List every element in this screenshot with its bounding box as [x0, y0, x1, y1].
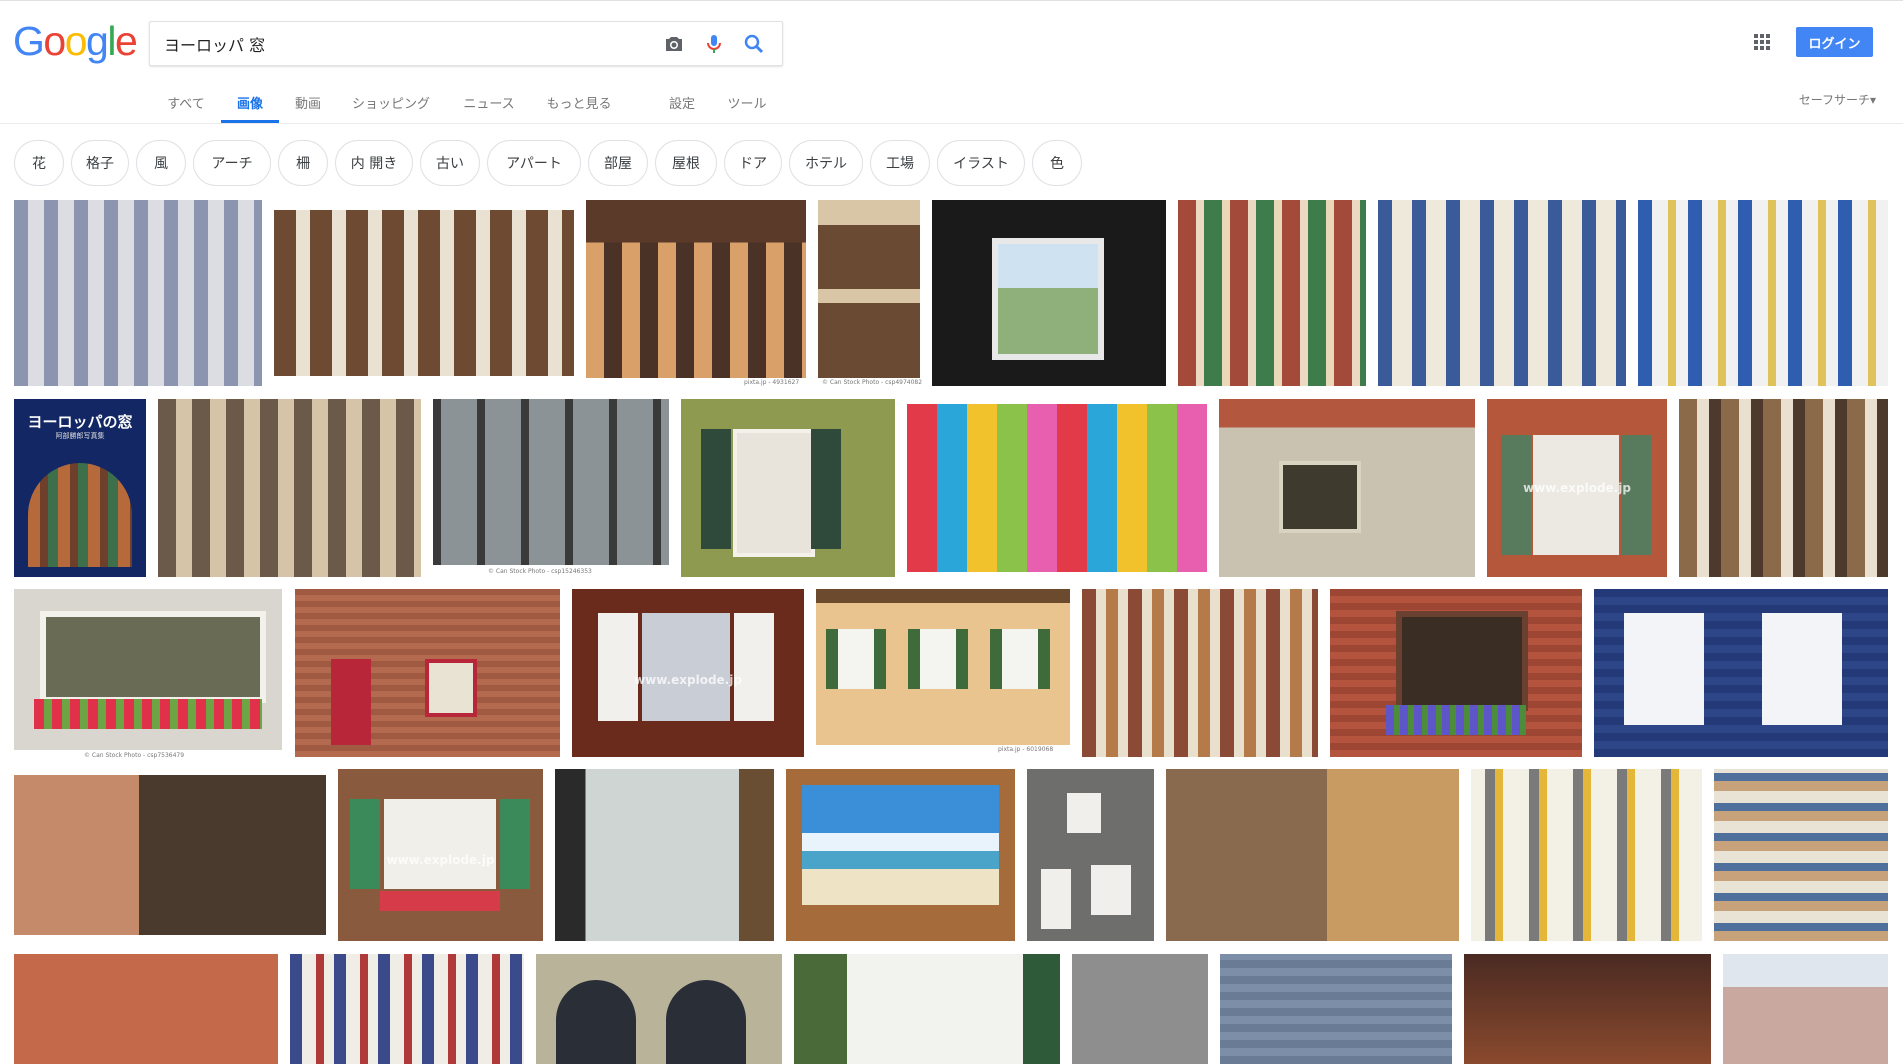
image-result[interactable] [818, 200, 920, 378]
chip[interactable]: ドア [724, 140, 782, 186]
image-caption: pixta.jp - 6019068 [998, 746, 1054, 753]
image-result[interactable]: www.explode.jp [1487, 399, 1667, 577]
image-result[interactable] [1378, 200, 1626, 386]
chip[interactable]: アーチ [193, 140, 271, 186]
tab-all[interactable]: すべて [162, 80, 210, 124]
image-result[interactable] [786, 769, 1015, 941]
chip[interactable]: イラスト [937, 140, 1025, 186]
chip[interactable]: 柵 [278, 140, 328, 186]
logo-letter: g [86, 18, 109, 64]
image-result[interactable] [1219, 399, 1475, 577]
image-result[interactable]: ヨーロッパの窓 阿部勝郎写真集 [14, 399, 146, 577]
book-title: ヨーロッパの窓 [27, 413, 133, 431]
chip[interactable]: アパート [487, 140, 581, 186]
logo-letter: o [64, 18, 88, 64]
image-result[interactable] [816, 589, 1070, 745]
image-result[interactable] [1594, 589, 1888, 757]
tab-more[interactable]: もっと見る [543, 80, 615, 124]
image-result[interactable] [1464, 954, 1711, 1064]
image-result[interactable] [794, 954, 1060, 1064]
top-border [0, 0, 1903, 1]
chip[interactable]: 工場 [870, 140, 930, 186]
search-tabs: すべて 画像 動画 ショッピング ニュース もっと見る 設定 ツール [0, 80, 1903, 124]
watermark: www.explode.jp [634, 673, 742, 687]
watermark: www.explode.jp [386, 853, 495, 867]
image-result[interactable] [158, 399, 421, 577]
image-result[interactable] [1471, 769, 1702, 941]
image-result[interactable] [1166, 769, 1459, 941]
logo-letter: l [107, 18, 116, 64]
image-caption: © Can Stock Photo - csp15246353 [488, 568, 592, 575]
camera-icon[interactable] [662, 32, 686, 56]
image-result[interactable] [14, 589, 282, 750]
apps-grid-icon[interactable] [1754, 34, 1771, 51]
search-input[interactable] [164, 22, 634, 65]
microphone-icon[interactable] [702, 32, 726, 56]
image-result[interactable] [433, 399, 669, 565]
chip[interactable]: 古い [420, 140, 480, 186]
chip[interactable]: 花 [14, 140, 64, 186]
image-result[interactable] [1220, 954, 1452, 1064]
safesearch-menu[interactable]: セーフサーチ▾ [1799, 91, 1876, 108]
chip[interactable]: 色 [1032, 140, 1082, 186]
image-result[interactable] [1072, 954, 1208, 1064]
chip[interactable]: 内 開き [335, 140, 413, 186]
tab-divider [0, 123, 1903, 124]
chip[interactable]: 風 [136, 140, 186, 186]
image-result[interactable] [1679, 399, 1888, 577]
tab-news[interactable]: ニュース [456, 80, 522, 124]
image-result[interactable] [14, 954, 278, 1064]
image-result[interactable] [14, 200, 262, 386]
tab-tools[interactable]: ツール [723, 80, 771, 124]
image-result[interactable] [932, 200, 1166, 386]
image-caption: © Can Stock Photo - csp7536479 [84, 752, 185, 759]
chip[interactable]: 屋根 [655, 140, 717, 186]
image-result[interactable] [274, 210, 574, 376]
watermark: www.explode.jp [1523, 481, 1631, 495]
image-result[interactable] [536, 954, 782, 1064]
chip[interactable]: 格子 [71, 140, 129, 186]
image-result[interactable]: www.explode.jp [572, 589, 804, 757]
image-result[interactable] [1714, 769, 1888, 941]
image-result[interactable]: www.explode.jp [338, 769, 543, 941]
image-result[interactable] [1027, 769, 1154, 941]
image-result[interactable] [1330, 589, 1582, 757]
chip[interactable]: ホテル [789, 140, 863, 186]
image-result[interactable] [1723, 954, 1888, 1064]
image-result[interactable] [1178, 200, 1366, 386]
image-result[interactable] [1082, 589, 1318, 757]
search-icon[interactable] [742, 32, 766, 56]
image-result[interactable] [14, 775, 326, 935]
image-result[interactable] [681, 399, 895, 577]
image-result[interactable] [907, 404, 1207, 572]
tab-images[interactable]: 画像 [221, 80, 279, 124]
logo-letter: G [13, 18, 45, 64]
image-result[interactable] [290, 954, 524, 1064]
image-result[interactable] [1638, 200, 1888, 386]
image-result[interactable] [555, 769, 774, 941]
tab-settings[interactable]: 設定 [664, 80, 700, 124]
tab-videos[interactable]: 動画 [288, 80, 328, 124]
image-result[interactable] [586, 200, 806, 378]
login-button[interactable]: ログイン [1796, 27, 1873, 57]
search-box [149, 21, 783, 66]
book-subtitle: 阿部勝郎写真集 [55, 432, 105, 440]
google-logo[interactable]: G o o g l e [13, 18, 138, 66]
logo-letter: o [43, 18, 66, 64]
logo-letter: e [114, 18, 138, 64]
image-caption: pixta.jp - 4931627 [744, 379, 800, 386]
tab-shopping[interactable]: ショッピング [349, 80, 433, 124]
chip[interactable]: 部屋 [588, 140, 648, 186]
image-result[interactable] [295, 589, 560, 757]
image-caption: © Can Stock Photo - csp4974082 [822, 379, 923, 386]
